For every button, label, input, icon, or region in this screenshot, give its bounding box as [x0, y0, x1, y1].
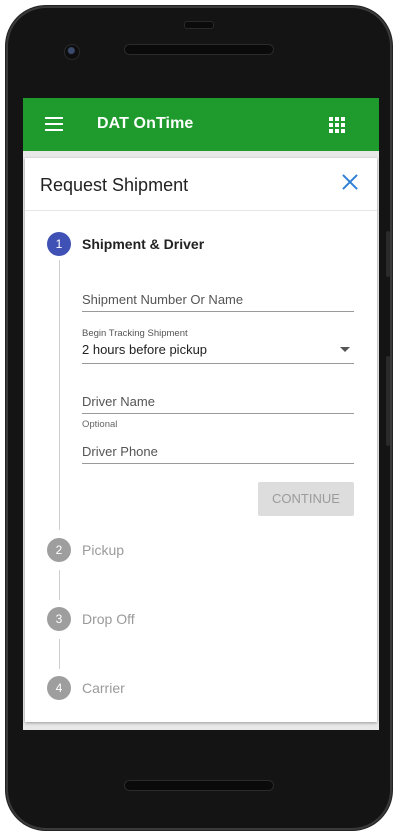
grid-apps-icon[interactable]: [329, 117, 345, 133]
shipment-number-input[interactable]: Shipment Number Or Name: [82, 284, 354, 312]
continue-button[interactable]: CONTINUE: [258, 482, 354, 516]
step-2-label[interactable]: Pickup: [82, 542, 124, 558]
step-4-number: 4: [47, 676, 71, 700]
tracking-select[interactable]: Begin Tracking Shipment 2 hours before p…: [82, 326, 354, 364]
step-3-label[interactable]: Drop Off: [82, 611, 135, 627]
step-2-number: 2: [47, 538, 71, 562]
app-title: DAT OnTime: [97, 115, 194, 132]
top-speaker: [124, 44, 274, 55]
step-1-label[interactable]: Shipment & Driver: [82, 236, 204, 252]
step-3-number: 3: [47, 607, 71, 631]
app-bar: DAT OnTime: [23, 98, 379, 151]
front-camera: [64, 44, 80, 60]
driver-name-input[interactable]: Driver Name: [82, 386, 354, 414]
close-icon[interactable]: [339, 171, 361, 193]
tracking-value: 2 hours before pickup: [82, 342, 208, 357]
request-shipment-dialog: Request Shipment 1 Shipment & Driver Shi…: [25, 158, 377, 722]
step-4-label[interactable]: Carrier: [82, 680, 125, 696]
step-connector: [59, 570, 60, 600]
hamburger-menu-icon[interactable]: [45, 117, 63, 131]
shipment-number-placeholder: Shipment Number Or Name: [82, 292, 244, 307]
driver-phone-placeholder: Driver Phone: [82, 444, 158, 459]
screen: DAT OnTime Request Shipment 1 Shipment &…: [23, 98, 379, 730]
driver-name-hint: Optional: [82, 419, 118, 430]
tracking-label: Begin Tracking Shipment: [82, 328, 188, 339]
step-1-number: 1: [47, 232, 71, 256]
dropdown-arrow-icon: [340, 347, 350, 352]
driver-name-placeholder: Driver Name: [82, 394, 155, 409]
power-button: [386, 356, 390, 446]
dialog-title: Request Shipment: [40, 175, 189, 195]
step-connector: [59, 260, 60, 530]
volume-button: [386, 231, 390, 277]
dialog-header: Request Shipment: [25, 158, 377, 211]
bottom-speaker: [124, 780, 274, 791]
step-connector: [59, 639, 60, 669]
proximity-sensor: [184, 21, 214, 29]
driver-phone-input[interactable]: Driver Phone: [82, 436, 354, 464]
